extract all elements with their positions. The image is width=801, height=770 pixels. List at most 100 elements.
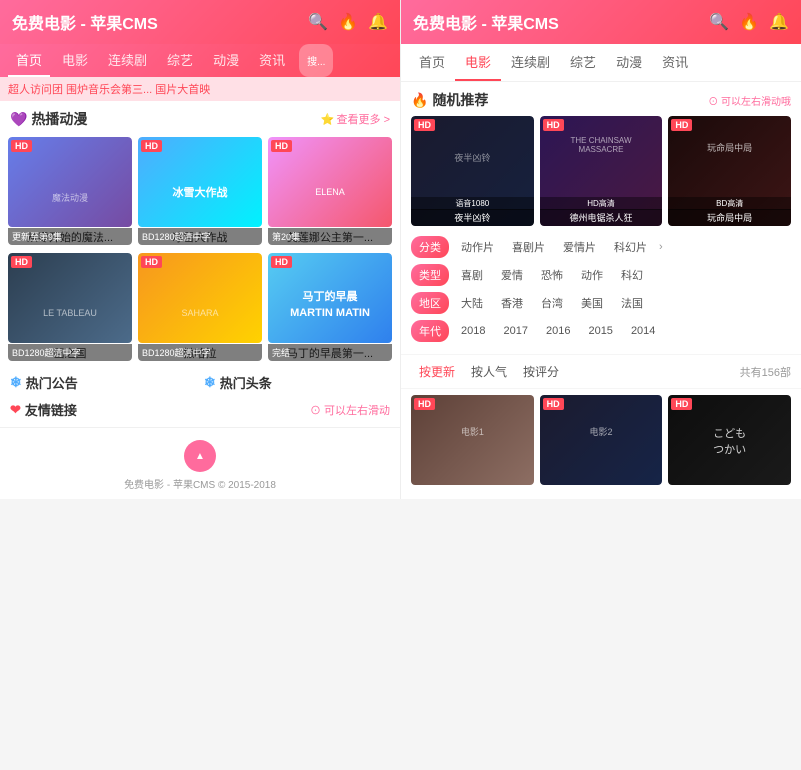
cat-type-kehuan[interactable]: 科幻 xyxy=(615,265,649,285)
cat-2015[interactable]: 2015 xyxy=(582,323,618,339)
anime-section-header: 💜 热播动漫 ⭐ 查看更多 > xyxy=(0,101,400,133)
right-nav-anime[interactable]: 动漫 xyxy=(606,44,652,81)
cat-label-region: 地区 xyxy=(411,292,449,314)
right-header-icons: 🔍 🔥 🔔 xyxy=(709,12,789,32)
cat-xianggang[interactable]: 香港 xyxy=(495,293,529,313)
random-card-1[interactable]: 夜半凶铃 HD 夜半凶铃 语音1080 xyxy=(411,116,534,226)
right-nav-series[interactable]: 连续剧 xyxy=(501,44,560,81)
anime-icon: 💜 xyxy=(10,111,27,128)
category-section: 分类 动作片 喜剧片 爱情片 科幻片 › 类型 喜剧 爱情 恐怖 动作 科幻 地… xyxy=(401,230,801,354)
bottom-card-2[interactable]: 电影2 HD xyxy=(540,395,663,485)
right-bell-icon[interactable]: 🔔 xyxy=(769,12,789,32)
anime-overlay-1: 更新至第9集 xyxy=(8,228,132,245)
left-nav-anime[interactable]: 动漫 xyxy=(205,44,247,77)
anime-overlay-2: BD1280超清中字 xyxy=(138,228,262,245)
notice-title: ❄ 热门公告 xyxy=(10,373,196,392)
left-nav-home[interactable]: 首页 xyxy=(8,44,50,77)
right-header: 免费电影 - 苹果CMS 🔍 🔥 🔔 xyxy=(401,0,801,44)
left-panel: 免费电影 - 苹果CMS 🔍 🔥 🔔 首页 电影 连续剧 综艺 动漫 资讯 搜.… xyxy=(0,0,400,499)
random-section: 🔥 随机推荐 ⊙ 可以左右滑动哦 夜半凶铃 HD 夜半凶铃 语音1080 THE… xyxy=(401,82,801,230)
left-footer: ▲ 免费电影 - 苹果CMS © 2015-2018 xyxy=(0,427,400,499)
cat-kehuan[interactable]: 科幻片 xyxy=(608,237,653,257)
left-nav-variety[interactable]: 综艺 xyxy=(159,44,201,77)
random-badge-1: HD xyxy=(414,119,435,131)
scroll-banner: 超人访问团 围炉音乐会第三... 国片大首映 xyxy=(0,77,400,101)
cat-2016[interactable]: 2016 xyxy=(540,323,576,339)
random-title-text: 随机推荐 xyxy=(432,90,488,110)
left-nav-series[interactable]: 连续剧 xyxy=(100,44,155,77)
right-nav-home[interactable]: 首页 xyxy=(409,44,455,81)
cat-type-dongzuo[interactable]: 动作 xyxy=(575,265,609,285)
scroll-up-button[interactable]: ▲ xyxy=(184,440,216,472)
movie-overlay-3: 完结 xyxy=(268,344,392,361)
friend-links-header: ❤ 友情链接 ⊙ 可以左右滑动 xyxy=(10,400,390,419)
sort-bar: 按更新 按人气 按评分 共有156部 xyxy=(401,354,801,389)
left-nav-movie[interactable]: 电影 xyxy=(54,44,96,77)
right-nav-news[interactable]: 资讯 xyxy=(652,44,698,81)
heart-icon: ❤ xyxy=(10,402,21,418)
friend-links-text: 友情链接 xyxy=(25,400,77,419)
cat-type-aiqing[interactable]: 爱情 xyxy=(495,265,529,285)
sort-by-popularity[interactable]: 按人气 xyxy=(463,361,515,382)
anime-card-3[interactable]: ELENA HD 第20集 艾莲娜公主第一... xyxy=(268,137,392,245)
random-fire-icon: 🔥 xyxy=(411,92,428,109)
right-search-icon[interactable]: 🔍 xyxy=(709,12,729,32)
bottom-badge-1: HD xyxy=(414,398,435,410)
movie-overlay-2: BD1280超清中字 xyxy=(138,344,262,361)
movie-card-1[interactable]: LE TABLEAU HD BD1280超清中字 画之国 xyxy=(8,253,132,361)
right-nav-movie[interactable]: 电影 xyxy=(455,44,501,81)
cat-2018[interactable]: 2018 xyxy=(455,323,491,339)
fire-icon[interactable]: 🔥 xyxy=(338,12,358,32)
search-icon[interactable]: 🔍 xyxy=(308,12,328,32)
cat-type-kongbu[interactable]: 恐怖 xyxy=(535,265,569,285)
cat-xiju[interactable]: 喜剧片 xyxy=(506,237,551,257)
cat-dongzuo[interactable]: 动作片 xyxy=(455,237,500,257)
headlines-section: ❄ 热门头条 xyxy=(204,373,390,392)
movie-card-3[interactable]: 马丁的早晨MARTIN MATIN HD 完结 马丁的早晨第一... xyxy=(268,253,392,361)
movie-card-2[interactable]: SAHARA HD BD1280超清中字 撒哈拉 xyxy=(138,253,262,361)
movie-badge-2: HD xyxy=(141,256,162,268)
bottom-badge-3: HD xyxy=(671,398,692,410)
anime-more-link[interactable]: ⭐ 查看更多 > xyxy=(321,111,390,127)
random-card-3[interactable]: 玩命局中局 HD 玩命局中局 BD高清 xyxy=(668,116,791,226)
cat-label-fenglei: 分类 xyxy=(411,236,449,258)
bottom-movie-grid: 电影1 HD 电影2 HD こどもつかい HD xyxy=(401,389,801,491)
cat-dalu[interactable]: 大陆 xyxy=(455,293,489,313)
movie-badge-1: HD xyxy=(11,256,32,268)
right-site-title: 免费电影 - 苹果CMS xyxy=(413,10,559,34)
cat-taiwan[interactable]: 台湾 xyxy=(535,293,569,313)
cat-type-xiju[interactable]: 喜剧 xyxy=(455,265,489,285)
left-nav-search[interactable]: 搜... xyxy=(299,44,333,77)
random-name-2: 德州电锯杀人狂 xyxy=(540,209,663,226)
friend-links: ❤ 友情链接 ⊙ 可以左右滑动 xyxy=(0,400,400,427)
cat-label-year: 年代 xyxy=(411,320,449,342)
left-nav-news[interactable]: 资讯 xyxy=(251,44,293,77)
cat-meiguo[interactable]: 美国 xyxy=(575,293,609,313)
anime-card-2[interactable]: 冰雪大作战 HD BD1280超清中字 冰雪大作战 xyxy=(138,137,262,245)
cat-2014[interactable]: 2014 xyxy=(625,323,661,339)
right-nav-variety[interactable]: 综艺 xyxy=(560,44,606,81)
headlines-title: ❄ 热门头条 xyxy=(204,373,390,392)
bottom-card-1[interactable]: 电影1 HD xyxy=(411,395,534,485)
movie-grid: LE TABLEAU HD BD1280超清中字 画之国 SAHARA HD B… xyxy=(0,249,400,365)
total-count: 共有156部 xyxy=(740,364,791,380)
cat-2017[interactable]: 2017 xyxy=(497,323,533,339)
cat-faguo[interactable]: 法国 xyxy=(615,293,649,313)
snowflake-icon-1: ❄ xyxy=(10,374,22,391)
anime-card-1[interactable]: 魔法动漫 HD 更新至第9集 从零开始的魔法... xyxy=(8,137,132,245)
slide-hint: ⊙ 可以左右滑动 xyxy=(310,402,390,418)
cat-aiqing[interactable]: 爱情片 xyxy=(557,237,602,257)
category-row-fenglei: 分类 动作片 喜剧片 爱情片 科幻片 › xyxy=(411,236,791,258)
bell-icon[interactable]: 🔔 xyxy=(368,12,388,32)
right-fire-icon[interactable]: 🔥 xyxy=(739,12,759,32)
anime-more-text: 查看更多 > xyxy=(337,111,390,127)
cat-more: › xyxy=(659,241,663,253)
movie-overlay-1: BD1280超清中字 xyxy=(8,344,132,361)
sort-by-update[interactable]: 按更新 xyxy=(411,361,463,382)
anime-badge-3: HD xyxy=(271,140,292,152)
bottom-card-3[interactable]: こどもつかい HD xyxy=(668,395,791,485)
random-badge-2: HD xyxy=(543,119,564,131)
random-name-1: 夜半凶铃 xyxy=(411,209,534,226)
random-card-2[interactable]: THE CHAINSAWMASSACRE HD 德州电锯杀人狂 HD高清 xyxy=(540,116,663,226)
sort-by-rating[interactable]: 按评分 xyxy=(515,361,567,382)
